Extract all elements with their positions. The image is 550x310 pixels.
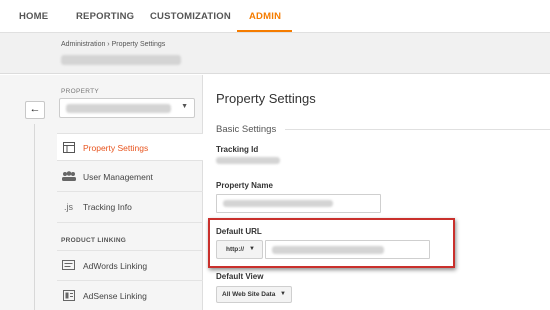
property-label: PROPERTY bbox=[61, 88, 100, 95]
section-title: Basic Settings bbox=[216, 124, 277, 135]
property-name-value-redacted bbox=[223, 200, 333, 207]
divider bbox=[57, 250, 203, 251]
default-view-value: All Web Site Data bbox=[222, 291, 276, 298]
page-title: Property Settings bbox=[216, 91, 316, 106]
tab-reporting[interactable]: REPORTING bbox=[76, 0, 134, 33]
sidebar-item-label: Tracking Info bbox=[83, 202, 132, 212]
active-tab-indicator bbox=[237, 30, 292, 32]
section-divider bbox=[285, 129, 550, 130]
sidebar-item-label: Property Settings bbox=[83, 143, 149, 153]
sidebar-item-label: AdSense Linking bbox=[83, 291, 147, 301]
chevron-down-icon: ▼ bbox=[280, 291, 286, 297]
breadcrumb: Administration › Property Settings bbox=[61, 41, 166, 48]
adsense-icon bbox=[62, 290, 75, 302]
default-url-value-redacted bbox=[272, 246, 384, 254]
default-view-label: Default View bbox=[216, 272, 264, 281]
divider bbox=[57, 280, 203, 281]
default-view-select[interactable]: All Web Site Data ▼ bbox=[216, 286, 292, 303]
tab-home[interactable]: HOME bbox=[19, 0, 48, 33]
default-url-label: Default URL bbox=[216, 227, 262, 236]
sidebar-item-user-management[interactable]: User Management bbox=[57, 163, 203, 191]
sidebar-item-label: AdWords Linking bbox=[83, 261, 148, 271]
default-url-input[interactable] bbox=[265, 240, 430, 259]
tab-customization[interactable]: CUSTOMIZATION bbox=[150, 0, 231, 33]
left-arrow-icon: ← bbox=[29, 103, 41, 115]
chevron-down-icon: ▼ bbox=[181, 103, 188, 110]
settings-panel-icon bbox=[62, 142, 75, 154]
back-button[interactable]: ← bbox=[25, 101, 45, 119]
top-nav: HOME REPORTING CUSTOMIZATION ADMIN bbox=[0, 0, 550, 33]
property-select[interactable]: ▼ bbox=[59, 98, 195, 118]
protocol-select[interactable]: http:// ▼ bbox=[216, 240, 263, 259]
users-icon bbox=[62, 171, 76, 183]
protocol-value: http:// bbox=[226, 246, 245, 253]
js-icon: .js bbox=[64, 202, 73, 212]
account-name-redacted bbox=[61, 55, 181, 65]
sidebar-item-property-settings[interactable]: Property Settings bbox=[57, 133, 203, 161]
sidebar-divider bbox=[34, 124, 35, 310]
property-name-redacted bbox=[66, 104, 171, 113]
adwords-icon bbox=[62, 260, 75, 272]
chevron-down-icon: ▼ bbox=[249, 246, 255, 252]
sidebar-item-tracking-info[interactable]: .js Tracking Info bbox=[57, 193, 203, 221]
sidebar-item-label: User Management bbox=[83, 172, 153, 182]
page-header bbox=[0, 33, 550, 74]
divider bbox=[57, 191, 203, 192]
sidebar-item-adwords-linking[interactable]: AdWords Linking bbox=[57, 252, 203, 280]
property-name-input[interactable] bbox=[216, 194, 381, 213]
tab-admin[interactable]: ADMIN bbox=[249, 0, 281, 33]
section-label-product-linking: PRODUCT LINKING bbox=[61, 237, 127, 244]
property-name-label: Property Name bbox=[216, 181, 273, 190]
divider bbox=[57, 222, 203, 223]
tracking-id-label: Tracking Id bbox=[216, 145, 259, 154]
tracking-id-value-redacted bbox=[216, 157, 280, 164]
sidebar-item-adsense-linking[interactable]: AdSense Linking bbox=[57, 282, 203, 310]
